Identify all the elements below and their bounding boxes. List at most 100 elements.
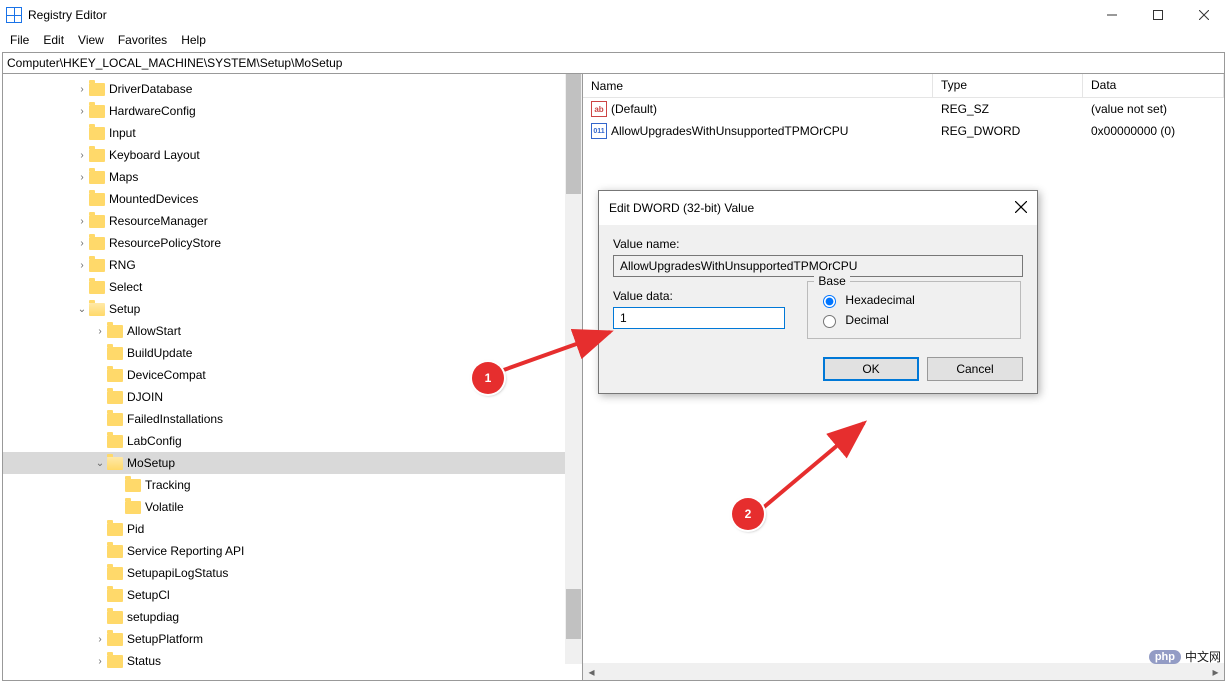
chevron-down-icon[interactable]: ⌄ [93, 458, 107, 469]
tree-item-label: FailedInstallations [127, 412, 223, 426]
tree-item-label: Service Reporting API [127, 544, 244, 558]
tree-item-label: Pid [127, 522, 144, 536]
folder-icon [107, 391, 123, 404]
chevron-right-icon[interactable]: › [93, 634, 107, 645]
value-data: 0x00000000 (0) [1083, 122, 1224, 140]
tree-item[interactable]: › ResourcePolicyStore [3, 232, 582, 254]
tree-item[interactable]: ⌄Setup [3, 298, 582, 320]
values-header: Name Type Data [583, 74, 1224, 98]
chevron-right-icon[interactable]: › [75, 238, 89, 249]
dialog-close-button[interactable] [1015, 201, 1027, 216]
tree-item-label: AllowStart [127, 324, 181, 338]
tree-item[interactable]: SetupapiLogStatus [3, 562, 582, 584]
tree-item[interactable]: ›HardwareConfig [3, 100, 582, 122]
radio-hexadecimal[interactable] [823, 295, 836, 308]
folder-icon [125, 479, 141, 492]
value-row[interactable]: ab(Default)REG_SZ(value not set) [583, 98, 1224, 120]
values-hscrollbar[interactable]: ◂ ▸ [583, 663, 1224, 680]
reg-string-icon: ab [591, 101, 607, 117]
tree-item[interactable]: › AllowStart [3, 320, 582, 342]
menu-favorites[interactable]: Favorites [118, 33, 167, 47]
tree-item-label: DJOIN [127, 390, 163, 404]
app-icon [6, 7, 22, 23]
menubar: File Edit View Favorites Help [0, 30, 1227, 50]
menu-edit[interactable]: Edit [43, 33, 64, 47]
chevron-right-icon[interactable]: › [75, 150, 89, 161]
folder-icon [89, 105, 105, 118]
tree-item[interactable]: ›Status [3, 650, 582, 672]
tree-item-label: ResourcePolicyStore [109, 236, 221, 250]
decimal-label: Decimal [845, 313, 888, 327]
tree-item[interactable]: SetupCl [3, 584, 582, 606]
chevron-right-icon[interactable]: › [75, 172, 89, 183]
tree-item[interactable]: LabConfig [3, 430, 582, 452]
tree-item-label: Volatile [145, 500, 184, 514]
tree-item[interactable]: ›RNG [3, 254, 582, 276]
tree-scrollbar[interactable] [565, 74, 582, 664]
close-button[interactable] [1181, 0, 1227, 30]
folder-icon [107, 545, 123, 558]
folder-icon [107, 457, 123, 470]
tree-item[interactable]: MountedDevices [3, 188, 582, 210]
tree-item[interactable]: Volatile [3, 496, 582, 518]
watermark-text: 中文网 [1185, 648, 1221, 665]
scroll-right-icon[interactable]: ▸ [1207, 663, 1224, 680]
chevron-right-icon[interactable]: › [93, 326, 107, 337]
window-title: Registry Editor [28, 8, 107, 22]
folder-icon [89, 127, 105, 140]
tree-item[interactable]: Pid [3, 518, 582, 540]
tree-item[interactable]: ›SetupPlatform [3, 628, 582, 650]
tree-item[interactable]: ›Maps [3, 166, 582, 188]
tree-item[interactable]: ›ResourceManager [3, 210, 582, 232]
col-type-header[interactable]: Type [933, 74, 1083, 97]
value-data-input[interactable] [613, 307, 785, 329]
col-data-header[interactable]: Data [1083, 74, 1224, 97]
menu-help[interactable]: Help [181, 33, 206, 47]
folder-icon [107, 611, 123, 624]
chevron-right-icon[interactable]: › [75, 84, 89, 95]
scroll-left-icon[interactable]: ◂ [583, 663, 600, 680]
folder-icon [107, 369, 123, 382]
tree-item[interactable]: Input [3, 122, 582, 144]
tree-item[interactable]: BuildUpdate [3, 342, 582, 364]
tree-item-label: SetupapiLogStatus [127, 566, 228, 580]
chevron-right-icon[interactable]: › [75, 216, 89, 227]
ok-button[interactable]: OK [823, 357, 919, 381]
watermark: php 中文网 [1149, 648, 1221, 665]
chevron-right-icon[interactable]: › [75, 106, 89, 117]
col-name-header[interactable]: Name [583, 74, 933, 97]
cancel-button[interactable]: Cancel [927, 357, 1023, 381]
tree-item-label: Keyboard Layout [109, 148, 200, 162]
reg-dword-icon: 011 [591, 123, 607, 139]
folder-icon [107, 413, 123, 426]
chevron-down-icon[interactable]: ⌄ [75, 304, 89, 315]
base-legend: Base [814, 274, 849, 288]
tree-item-label: Select [109, 280, 142, 294]
value-name: AllowUpgradesWithUnsupportedTPMOrCPU [611, 124, 848, 138]
dialog-title: Edit DWORD (32-bit) Value [609, 201, 754, 215]
tree-item[interactable]: › Keyboard Layout [3, 144, 582, 166]
folder-icon [89, 237, 105, 250]
menu-file[interactable]: File [10, 33, 29, 47]
tree-item[interactable]: setupdiag [3, 606, 582, 628]
maximize-button[interactable] [1135, 0, 1181, 30]
tree-item[interactable]: ⌄ MoSetup [3, 452, 582, 474]
value-row[interactable]: 011AllowUpgradesWithUnsupportedTPMOrCPUR… [583, 120, 1224, 142]
tree-item[interactable]: ›DriverDatabase [3, 78, 582, 100]
tree-item-label: MountedDevices [109, 192, 198, 206]
folder-icon [89, 193, 105, 206]
folder-icon [89, 281, 105, 294]
radio-decimal[interactable] [823, 315, 836, 328]
tree-item-label: setupdiag [127, 610, 179, 624]
tree-item-label: MoSetup [127, 456, 175, 470]
tree-item[interactable]: Tracking [3, 474, 582, 496]
tree-item[interactable]: Select [3, 276, 582, 298]
tree-item[interactable]: FailedInstallations [3, 408, 582, 430]
menu-view[interactable]: View [78, 33, 104, 47]
chevron-right-icon[interactable]: › [75, 260, 89, 271]
folder-icon [107, 589, 123, 602]
tree-item[interactable]: Service Reporting API [3, 540, 582, 562]
minimize-button[interactable] [1089, 0, 1135, 30]
address-bar[interactable]: Computer\HKEY_LOCAL_MACHINE\SYSTEM\Setup… [2, 52, 1225, 74]
chevron-right-icon[interactable]: › [93, 656, 107, 667]
